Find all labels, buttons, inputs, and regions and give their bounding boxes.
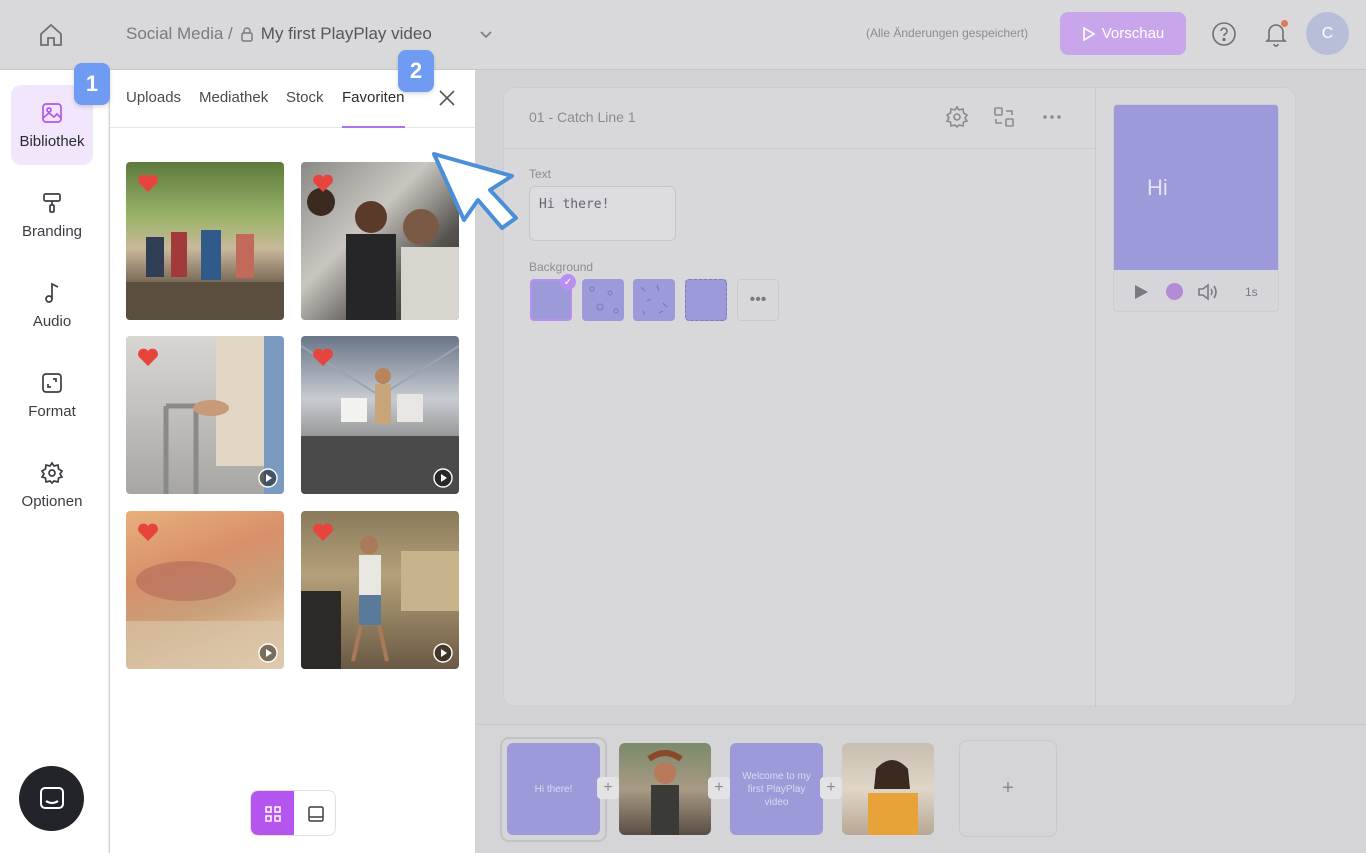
photo-greenhouse-woman xyxy=(647,750,683,835)
timeline-scene[interactable]: Welcome to my first PlayPlay video xyxy=(730,743,823,835)
play-icon[interactable] xyxy=(1133,284,1149,300)
text-field-label: Text xyxy=(529,167,552,181)
scene-title: 01 - Catch Line 1 xyxy=(529,109,636,125)
favorite-thumbnail[interactable] xyxy=(126,511,284,669)
help-icon[interactable] xyxy=(1211,21,1237,47)
step-badge: 2 xyxy=(398,50,434,92)
sidebar-item-format[interactable]: Format xyxy=(11,355,93,435)
gear-icon xyxy=(40,460,64,484)
record-indicator[interactable] xyxy=(1166,283,1183,300)
swap-layout-icon[interactable] xyxy=(992,105,1016,129)
project-title[interactable]: My first PlayPlay video xyxy=(261,24,432,44)
close-icon[interactable] xyxy=(437,88,457,108)
favorite-thumbnail[interactable] xyxy=(126,162,284,320)
chevron-down-icon[interactable] xyxy=(478,26,494,42)
list-view-icon xyxy=(307,806,324,822)
tab-uploads[interactable]: Uploads xyxy=(126,89,181,128)
sidebar-item-label: Bibliothek xyxy=(19,132,85,150)
sidebar-item-label: Branding xyxy=(21,222,83,240)
tab-favoriten[interactable]: Favoriten xyxy=(342,89,405,128)
more-options-icon[interactable] xyxy=(1040,105,1064,129)
heart-icon[interactable] xyxy=(137,173,159,193)
background-swatch-dashed[interactable] xyxy=(685,279,727,321)
editor-separator xyxy=(503,148,1095,149)
cursor-arrow-icon xyxy=(432,152,518,230)
insert-scene-button[interactable]: + xyxy=(708,777,730,799)
pattern-lines-icon xyxy=(640,284,668,316)
background-label: Background xyxy=(529,260,594,274)
music-note-icon xyxy=(45,282,59,303)
sidebar-item-label: Audio xyxy=(32,312,72,330)
tab-mediathek[interactable]: Mediathek xyxy=(199,89,268,128)
list-view-button[interactable] xyxy=(294,791,335,835)
preview-button[interactable]: Vorschau xyxy=(1060,12,1186,55)
play-icon xyxy=(1082,26,1096,41)
photo-woman-phone xyxy=(868,760,918,835)
heart-icon[interactable] xyxy=(312,522,334,542)
resize-icon xyxy=(42,372,62,393)
heart-icon[interactable] xyxy=(312,173,334,193)
timeline-scene[interactable] xyxy=(842,743,934,835)
background-swatch-lines[interactable] xyxy=(633,279,675,321)
play-circle-icon xyxy=(433,468,453,488)
tab-stock[interactable]: Stock xyxy=(286,89,324,128)
timeline-scene[interactable]: Hi there! xyxy=(507,743,600,835)
sidebar-item-label: Format xyxy=(28,402,76,420)
heart-icon[interactable] xyxy=(137,522,159,542)
favorite-thumbnail[interactable] xyxy=(301,511,459,669)
volume-icon[interactable] xyxy=(1197,282,1219,302)
left-sidebar: Bibliothek Branding Audio Format Optione… xyxy=(0,70,109,853)
editor-divider xyxy=(1095,87,1096,707)
step-badge: 1 xyxy=(74,63,110,105)
heart-icon[interactable] xyxy=(312,347,334,367)
sidebar-item-audio[interactable]: Audio xyxy=(11,265,93,345)
avatar[interactable]: C xyxy=(1306,12,1349,55)
chat-button[interactable] xyxy=(19,766,84,831)
grid-view-button[interactable] xyxy=(251,791,294,835)
scene-preview: Hi xyxy=(1113,104,1279,312)
sidebar-item-optionen[interactable]: Optionen xyxy=(11,445,93,525)
timeline-scene[interactable] xyxy=(619,743,711,835)
view-mode-toggle xyxy=(250,790,336,836)
check-icon: ✓ xyxy=(560,274,576,290)
background-more-button[interactable]: ••• xyxy=(737,279,779,321)
save-status: (Alle Änderungen gespeichert) xyxy=(866,26,1029,40)
top-bar: Social Media / My first PlayPlay video (… xyxy=(0,0,1366,70)
notification-dot xyxy=(1281,20,1288,27)
breadcrumb-parent[interactable]: Social Media / xyxy=(126,24,233,44)
gear-icon[interactable] xyxy=(945,105,969,129)
scene-text-input[interactable]: Hi there! xyxy=(529,186,676,241)
sidebar-item-branding[interactable]: Branding xyxy=(11,175,93,255)
preview-text: Hi xyxy=(1147,175,1168,200)
sidebar-item-label: Optionen xyxy=(21,492,83,510)
insert-scene-button[interactable]: + xyxy=(597,777,619,799)
library-panel: Uploads Mediathek Stock Favoriten xyxy=(110,70,475,853)
play-circle-icon xyxy=(258,643,278,663)
breadcrumb: Social Media / My first PlayPlay video xyxy=(126,24,432,44)
paint-roller-icon xyxy=(43,192,61,213)
home-icon[interactable] xyxy=(36,20,66,50)
favorite-thumbnail[interactable] xyxy=(126,336,284,494)
duration-label: 1s xyxy=(1245,285,1258,299)
pattern-circles-icon xyxy=(589,286,619,314)
chat-icon xyxy=(39,786,64,809)
add-scene-button[interactable]: + xyxy=(959,740,1057,837)
background-swatch-circles[interactable] xyxy=(582,279,624,321)
insert-scene-button[interactable]: + xyxy=(820,777,842,799)
heart-icon[interactable] xyxy=(137,347,159,367)
play-circle-icon xyxy=(258,468,278,488)
grid-icon xyxy=(264,806,281,822)
preview-canvas xyxy=(1114,105,1278,270)
image-icon xyxy=(42,102,62,123)
preview-label: Vorschau xyxy=(1101,25,1165,42)
lock-icon xyxy=(241,27,253,42)
play-circle-icon xyxy=(433,643,453,663)
favorite-thumbnail[interactable] xyxy=(301,336,459,494)
